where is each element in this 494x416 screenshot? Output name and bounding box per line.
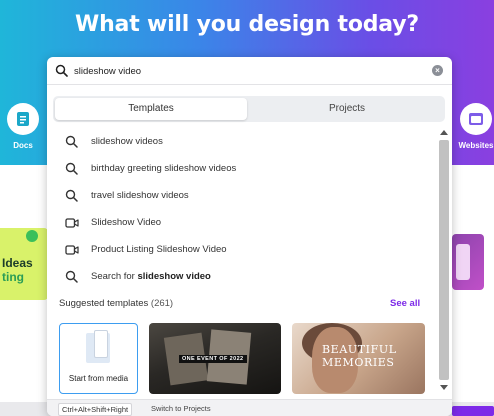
start-from-media-card[interactable]: Start from media [59, 323, 138, 394]
shortcut-footer: Ctrl+Alt+Shift+Right Switch to Projects [47, 399, 452, 416]
search-for-query: slideshow video [137, 271, 211, 282]
template-peek-right[interactable] [452, 234, 484, 290]
template-caption: ONE EVENT OF 2022 [179, 355, 247, 363]
template-title: BEAUTIFUL MEMORIES [322, 343, 397, 369]
scroll-down-icon[interactable] [440, 385, 448, 390]
suggested-templates-count: (261) [150, 298, 174, 309]
suggestion-item[interactable]: birthday greeting slideshow videos [47, 155, 437, 182]
category-websites-label: Websites [458, 141, 494, 150]
suggestion-item[interactable]: travel slideshow videos [47, 182, 437, 209]
suggestion-text: travel slideshow videos [91, 190, 189, 201]
search-icon [65, 162, 79, 176]
search-for-item[interactable]: Search for slideshow video [47, 263, 437, 290]
tab-projects[interactable]: Projects [251, 98, 443, 120]
search-icon [65, 135, 79, 149]
suggestion-text: Slideshow Video [91, 217, 162, 228]
template-thumbnail[interactable]: BEAUTIFUL MEMORIES [292, 323, 425, 394]
template-thumbnail[interactable]: ONE EVENT OF 2022 [149, 323, 281, 394]
suggestion-text: birthday greeting slideshow videos [91, 163, 237, 174]
start-from-media-label: Start from media [68, 374, 129, 383]
scrollbar-thumb[interactable] [439, 140, 449, 380]
search-for-text: Search for slideshow video [91, 271, 211, 282]
peek-left-line1: Ideas [2, 256, 33, 270]
peek-left-line2: ting [2, 270, 24, 284]
hero-title: What will you design today? [75, 12, 419, 37]
suggestion-list: slideshow videos birthday greeting slide… [47, 128, 437, 290]
keyboard-shortcut: Ctrl+Alt+Shift+Right [58, 403, 133, 416]
suggestion-item[interactable]: slideshow videos [47, 128, 437, 155]
search-dropdown-panel: × Templates Projects slideshow videos bi… [47, 57, 452, 416]
video-icon [65, 216, 79, 230]
see-all-link[interactable]: See all [390, 298, 420, 309]
video-icon [65, 243, 79, 257]
clear-search-icon[interactable]: × [432, 65, 443, 76]
category-docs[interactable]: Docs [0, 103, 53, 150]
suggested-templates-heading: Suggested templates (261) [59, 298, 174, 309]
template-peek-left[interactable]: Ideas ting [0, 228, 48, 300]
tab-templates[interactable]: Templates [55, 98, 247, 120]
suggestion-item[interactable]: Slideshow Video [47, 209, 437, 236]
search-bar: × [47, 57, 452, 85]
shortcut-label: Switch to Projects [151, 404, 211, 413]
websites-icon [460, 103, 492, 135]
search-input[interactable] [74, 62, 414, 80]
scrollbar[interactable] [438, 128, 450, 396]
flower-icon [26, 230, 38, 242]
category-docs-label: Docs [13, 141, 33, 150]
suggestion-text: Product Listing Slideshow Video [91, 244, 227, 255]
search-tabs: Templates Projects [53, 96, 445, 122]
scroll-up-icon[interactable] [440, 130, 448, 135]
docs-icon [7, 103, 39, 135]
suggestion-item[interactable]: Product Listing Slideshow Video [47, 236, 437, 263]
search-icon [65, 270, 79, 284]
category-websites[interactable]: Websites [446, 103, 494, 150]
search-icon [55, 64, 68, 82]
suggestion-text: slideshow videos [91, 136, 163, 147]
search-icon [65, 189, 79, 203]
